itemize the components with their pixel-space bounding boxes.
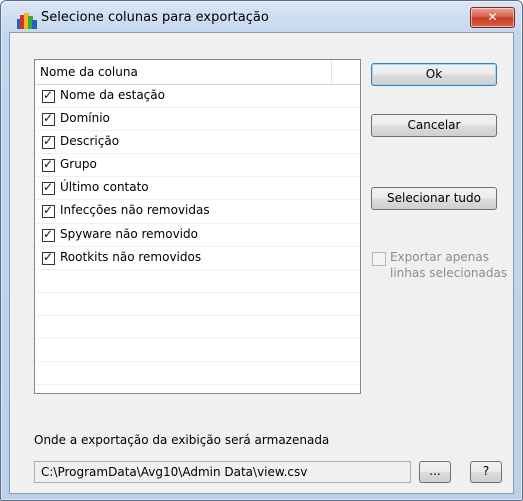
- empty-row: [35, 270, 360, 293]
- title-bar: Selecione colunas para exportação ✕: [1, 1, 522, 35]
- empty-row: [35, 316, 360, 340]
- column-rows: Nome da estação Domínio Descrição Grupo Últi…: [35, 85, 360, 386]
- avg-logo-icon: [17, 13, 37, 29]
- export-columns-dialog: Selecione colunas para exportação ✕ Nome…: [0, 0, 523, 501]
- list-header: Nome da coluna: [35, 60, 360, 85]
- ok-button[interactable]: Ok: [371, 63, 497, 86]
- dialog-title: Selecione colunas para exportação: [41, 10, 269, 25]
- export-path-field[interactable]: C:\ProgramData\Avg10\Admin Data\view.csv: [34, 461, 411, 483]
- list-item-checkbox[interactable]: [42, 203, 55, 219]
- empty-row: [35, 293, 360, 316]
- column-list[interactable]: Nome da coluna Nome da estação Domínio Des…: [34, 59, 361, 394]
- cancel-button[interactable]: Cancelar: [371, 114, 497, 137]
- list-item-label: Spyware não removido: [60, 226, 198, 241]
- list-item-label: Rootkits não removidos: [60, 249, 202, 264]
- list-item-checkbox[interactable]: [42, 250, 55, 265]
- close-button[interactable]: ✕: [470, 7, 515, 28]
- export-selected-checkbox[interactable]: [372, 252, 386, 266]
- list-item-label: Grupo: [60, 157, 97, 172]
- close-icon[interactable]: ✕: [487, 10, 497, 24]
- list-item[interactable]: Spyware não removido: [35, 224, 360, 247]
- select-all-button[interactable]: Selecionar tudo: [371, 187, 497, 210]
- list-item-checkbox[interactable]: [42, 227, 55, 242]
- list-item-checkbox[interactable]: [42, 88, 55, 103]
- export-selected-label: Exportar apenas linhas selecionadas: [390, 250, 508, 280]
- list-item-label: Infecções não removidas: [60, 203, 210, 218]
- list-item[interactable]: Grupo: [35, 154, 360, 178]
- list-item[interactable]: Último contato: [35, 177, 360, 201]
- list-item-checkbox[interactable]: [42, 157, 55, 173]
- column-header-label: Nome da coluna: [40, 65, 138, 79]
- list-item-checkbox[interactable]: [42, 134, 55, 150]
- list-item-label: Último contato: [60, 180, 149, 195]
- list-item-label: Descrição: [60, 134, 120, 149]
- empty-row: [35, 362, 360, 386]
- list-item[interactable]: Infecções não removidas: [35, 200, 360, 224]
- list-item[interactable]: Rootkits não removidos: [35, 247, 360, 270]
- list-item[interactable]: Domínio: [35, 108, 360, 132]
- list-item-label: Domínio: [60, 111, 110, 126]
- help-button[interactable]: ?: [470, 461, 502, 483]
- list-item[interactable]: Nome da estação: [35, 85, 360, 109]
- column-header[interactable]: Nome da coluna: [35, 60, 332, 84]
- export-path-label: Onde a exportação da exibição será armaz…: [34, 433, 330, 447]
- empty-row: [35, 339, 360, 363]
- dialog-body: Nome da coluna Nome da estação Domínio Des…: [9, 32, 514, 494]
- column-header-filler: [332, 60, 360, 84]
- list-item-checkbox[interactable]: [42, 180, 55, 196]
- browse-button[interactable]: ...: [419, 461, 451, 483]
- list-item[interactable]: Descrição: [35, 131, 360, 155]
- list-item-checkbox[interactable]: [42, 111, 55, 127]
- list-item-label: Nome da estação: [60, 88, 165, 102]
